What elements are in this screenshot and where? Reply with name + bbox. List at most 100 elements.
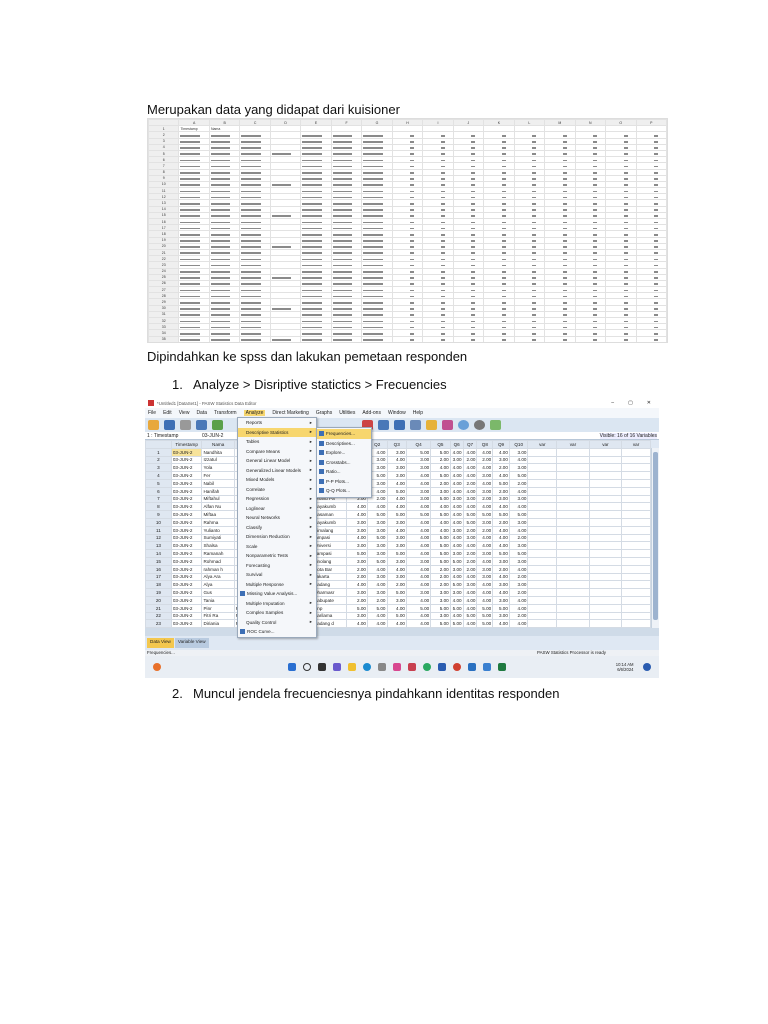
data-cell[interactable]: 03-JUN-2	[170, 525, 203, 535]
column-header[interactable]: Q7	[462, 440, 478, 449]
empty-cell[interactable]	[527, 556, 558, 566]
data-cell[interactable]: 5.00	[386, 486, 407, 496]
analyze-menu-item[interactable]: Reports ▸	[238, 418, 316, 428]
empty-cell[interactable]	[621, 611, 651, 621]
empty-cell[interactable]	[527, 541, 558, 551]
data-cell[interactable]: 5.00	[492, 478, 510, 488]
weather-icon[interactable]	[153, 663, 161, 671]
data-cell[interactable]: 4.00	[492, 447, 510, 457]
data-cell[interactable]: Kota Bar	[312, 564, 347, 574]
data-cell[interactable]: 4.00	[386, 502, 407, 512]
data-cell[interactable]: 3.00	[492, 455, 510, 465]
data-cell[interactable]: 3.00	[508, 494, 529, 504]
app-icon[interactable]	[483, 663, 491, 671]
open-icon[interactable]	[148, 420, 159, 430]
data-cell[interactable]: 2.00	[462, 478, 478, 488]
data-cell[interactable]: 4.00	[449, 447, 464, 457]
data-cell[interactable]: 4.00	[508, 525, 529, 535]
row-number[interactable]: 14	[145, 549, 172, 558]
data-cell[interactable]: 3.00	[345, 525, 369, 535]
data-cell[interactable]: 5.00	[462, 510, 478, 519]
data-cell[interactable]: 4.00	[345, 510, 369, 519]
analyze-menu-item[interactable]: Compare Means ▸	[238, 447, 316, 457]
data-cell[interactable]: 3.00	[367, 549, 388, 558]
empty-cell[interactable]	[556, 595, 590, 605]
data-cell[interactable]: 3.00	[386, 471, 407, 480]
data-cell[interactable]: Yola	[201, 463, 235, 473]
data-cell[interactable]: Sumiyati	[201, 533, 235, 543]
data-cell[interactable]: 5.00	[345, 549, 369, 558]
data-cell[interactable]: 3.00	[476, 517, 494, 527]
data-cell[interactable]: 5.00	[367, 603, 388, 613]
data-cell[interactable]: 3.00	[386, 517, 407, 527]
data-cell[interactable]: 3.00	[386, 595, 407, 605]
data-cell[interactable]: Fitri Ra	[201, 611, 235, 621]
data-cell[interactable]: 4.00	[476, 541, 494, 551]
data-cell[interactable]: 4.00	[508, 619, 529, 628]
descriptive-submenu-item[interactable]: Explore...	[317, 448, 371, 458]
data-cell[interactable]: 03-JUN-2	[170, 533, 203, 543]
data-cell[interactable]: Pasaman	[312, 510, 347, 519]
data-cell[interactable]: 5.00	[386, 588, 407, 597]
data-cell[interactable]: 4.00	[449, 595, 464, 605]
data-cell[interactable]: 4.00	[367, 564, 388, 574]
chrome-icon[interactable]	[453, 663, 461, 671]
data-cell[interactable]: 4.00	[462, 603, 478, 613]
data-cell[interactable]: 4.00	[476, 580, 494, 590]
data-cell[interactable]: Izzatul	[201, 455, 235, 465]
empty-cell[interactable]	[621, 564, 651, 574]
data-cell[interactable]: 03-JUN-2	[170, 463, 203, 473]
empty-cell[interactable]	[621, 494, 651, 504]
analyze-menu-item[interactable]: Regression ▸	[238, 494, 316, 504]
analyze-menu-item[interactable]: Classify ▸	[238, 523, 316, 533]
data-cell[interactable]: 5.00	[508, 471, 529, 480]
data-cell[interactable]: 5.00	[367, 533, 388, 543]
data-cell[interactable]: 4.00	[386, 603, 407, 613]
data-cell[interactable]: 5.00	[367, 510, 388, 519]
empty-cell[interactable]	[621, 556, 651, 566]
row-number[interactable]: 4	[145, 471, 172, 480]
row-number[interactable]: 3	[145, 463, 172, 473]
data-cell[interactable]: 3.00	[430, 611, 451, 621]
empty-cell[interactable]	[621, 478, 651, 488]
data-cell[interactable]: 3.00	[386, 463, 407, 473]
row-number[interactable]: 20	[145, 595, 172, 605]
column-header[interactable]: var	[621, 440, 651, 449]
data-cell[interactable]: 5.00	[492, 510, 510, 519]
descriptive-submenu-item[interactable]: Q-Q Plots...	[317, 486, 371, 496]
data-cell[interactable]: 4.00	[405, 580, 432, 590]
data-cell[interactable]: 5.00	[405, 447, 432, 457]
data-cell[interactable]: 4.00	[405, 517, 432, 527]
menu-data[interactable]: Data	[196, 410, 207, 416]
data-cell[interactable]: 4.00	[405, 502, 432, 512]
data-cell[interactable]: 2.00	[386, 580, 407, 590]
data-cell[interactable]: 4.00	[476, 533, 494, 543]
analyze-menu-item[interactable]: Neural Networks ▸	[238, 513, 316, 523]
empty-cell[interactable]	[527, 525, 558, 535]
data-cell[interactable]: 3.00	[367, 588, 388, 597]
data-cell[interactable]: 4.00	[476, 588, 494, 597]
data-cell[interactable]: 3.00	[492, 494, 510, 504]
empty-cell[interactable]	[556, 494, 590, 504]
data-cell[interactable]: 4.00	[462, 486, 478, 496]
data-cell[interactable]: 4.00	[345, 502, 369, 512]
analyze-menu-item[interactable]: Survival ▸	[238, 570, 316, 580]
data-cell[interactable]: Ramanah	[201, 549, 235, 558]
start-icon[interactable]	[288, 663, 296, 671]
data-cell[interactable]: 2.00	[508, 611, 529, 621]
menu-analyze[interactable]: Analyze	[243, 410, 266, 416]
empty-cell[interactable]	[556, 556, 590, 566]
empty-cell[interactable]	[527, 494, 558, 504]
data-cell[interactable]: 2.00	[430, 580, 451, 590]
empty-cell[interactable]	[527, 588, 558, 597]
empty-cell[interactable]	[527, 471, 558, 480]
empty-cell[interactable]	[556, 478, 590, 488]
data-cell[interactable]: 3.00	[492, 556, 510, 566]
row-number[interactable]: 17	[145, 572, 172, 582]
menu-window[interactable]: Window	[388, 410, 406, 416]
empty-cell[interactable]	[556, 588, 590, 597]
data-cell[interactable]: 5.00	[476, 611, 494, 621]
data-cell[interactable]: 3.00	[386, 556, 407, 566]
empty-cell[interactable]	[588, 463, 623, 473]
data-cell[interactable]: 5.00	[476, 619, 494, 628]
